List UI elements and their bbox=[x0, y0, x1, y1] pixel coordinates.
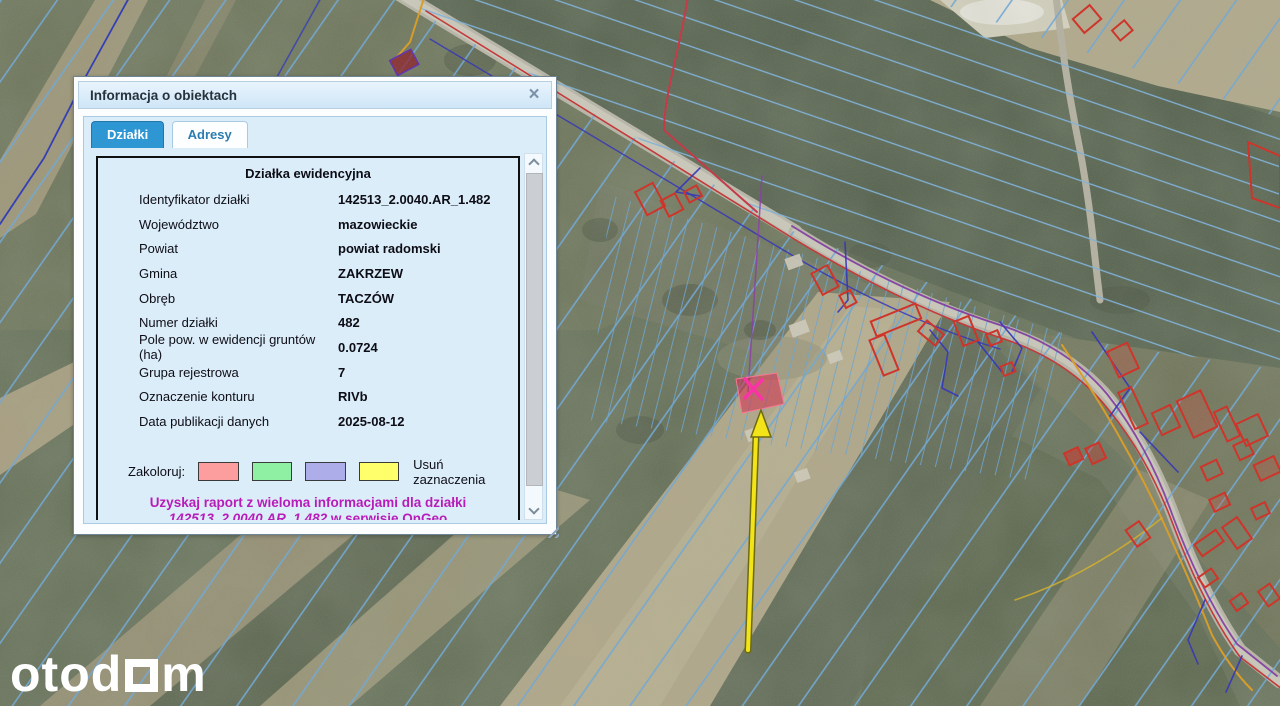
colorize-swatch-yellow[interactable] bbox=[359, 462, 400, 481]
table-row: Data publikacji danych2025-08-12 bbox=[98, 409, 518, 434]
report-link[interactable]: Uzyskaj raport z wieloma informacjami dl… bbox=[98, 495, 518, 520]
table-row: Pole pow. w ewidencji gruntów (ha)0.0724 bbox=[98, 335, 518, 360]
info-dialog: Informacja o obiektach × Działki Adresy … bbox=[73, 76, 557, 535]
scroll-down-icon[interactable] bbox=[525, 503, 542, 518]
colorize-swatch-pink[interactable] bbox=[198, 462, 239, 481]
colorize-row: Zakoloruj: Usuń zaznaczenia bbox=[98, 457, 518, 487]
table-row: Identyfikator działki142513_2.0040.AR_1.… bbox=[98, 187, 518, 212]
watermark-text-suffix: m bbox=[161, 646, 206, 702]
tab-adresy[interactable]: Adresy bbox=[172, 121, 248, 148]
scrollbar[interactable] bbox=[524, 153, 543, 520]
parcel-info-table: Działka ewidencyjna Identyfikator działk… bbox=[96, 156, 520, 520]
tab-bar: Działki Adresy bbox=[84, 117, 546, 150]
watermark-text: otod bbox=[10, 646, 122, 702]
dialog-title: Informacja o obiektach bbox=[90, 88, 237, 103]
colorize-swatch-green[interactable] bbox=[252, 462, 293, 481]
table-row: Oznaczenie konturuRIVb bbox=[98, 385, 518, 410]
table-row: Numer działki482 bbox=[98, 310, 518, 335]
otodom-square-icon bbox=[125, 659, 158, 692]
geoportal-app: otodm Informacja o obiektach × Działki A… bbox=[0, 0, 1280, 706]
colorize-swatch-purple[interactable] bbox=[305, 462, 346, 481]
table-row: Grupa rejestrowa7 bbox=[98, 360, 518, 385]
table-row: Powiatpowiat radomski bbox=[98, 236, 518, 261]
table-row: GminaZAKRZEW bbox=[98, 261, 518, 286]
scrollbar-thumb[interactable] bbox=[526, 173, 543, 486]
close-icon[interactable]: × bbox=[523, 82, 545, 108]
tab-dzialki[interactable]: Działki bbox=[91, 121, 164, 148]
table-row: Województwomazowieckie bbox=[98, 212, 518, 237]
report-line1[interactable]: Uzyskaj raport z wieloma informacjami dl… bbox=[98, 495, 518, 511]
resize-grip[interactable] bbox=[544, 523, 559, 538]
table-row: ObrębTACZÓW bbox=[98, 286, 518, 311]
dialog-titlebar[interactable]: Informacja o obiektach × bbox=[78, 81, 552, 109]
colorize-label: Zakoloruj: bbox=[128, 464, 185, 479]
clear-selection-link[interactable]: Usuń zaznaczenia bbox=[413, 457, 518, 487]
scroll-up-icon[interactable] bbox=[525, 155, 542, 170]
report-line2[interactable]: 142513_2.0040.AR_1.482 w serwisie OnGeo bbox=[98, 511, 518, 520]
table-title: Działka ewidencyjna bbox=[98, 164, 518, 187]
scroll-view: Działka ewidencyjna Identyfikator działk… bbox=[96, 156, 520, 520]
dialog-panel: Działki Adresy Działka ewidencyjna Ident… bbox=[83, 116, 547, 524]
otodom-watermark: otodm bbox=[10, 648, 207, 700]
